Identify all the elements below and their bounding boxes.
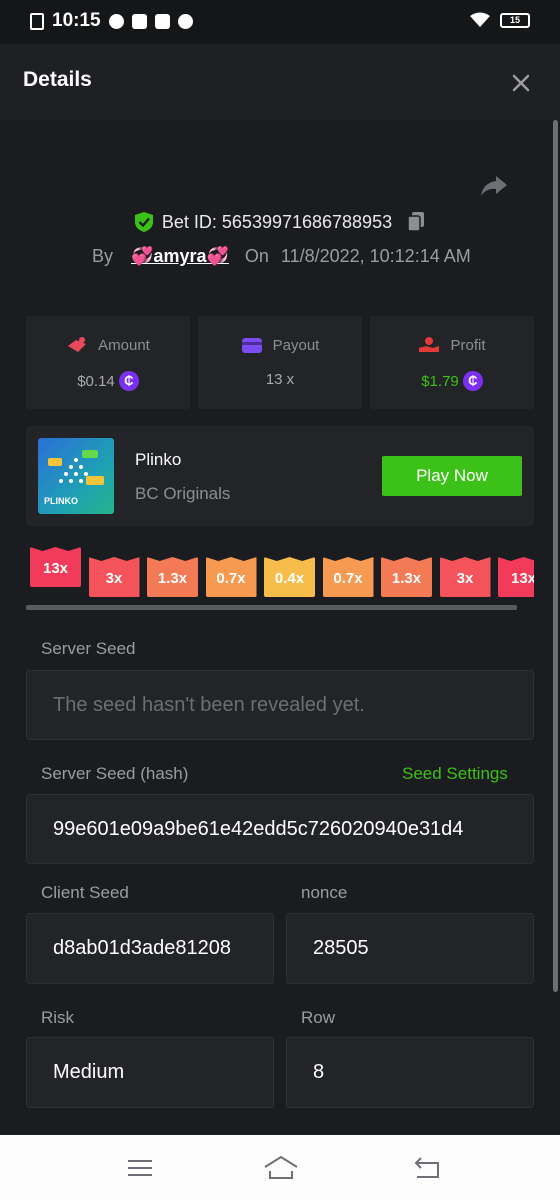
payout-value-row: 13 x xyxy=(198,371,362,388)
nonce-field[interactable]: 28505 xyxy=(286,913,534,984)
multiplier-tile: 0.7x xyxy=(322,557,374,597)
status-bar-left: 10:15 xyxy=(30,10,193,32)
on-label: On xyxy=(244,246,269,266)
multiplier-tile: 13x xyxy=(498,557,534,597)
payout-value: 13 x xyxy=(265,371,295,388)
home-icon[interactable] xyxy=(262,1153,300,1183)
payout-label-row: Payout xyxy=(198,336,362,354)
plinko-thumbnail[interactable]: PLINKO xyxy=(38,438,114,514)
risk-field[interactable]: Medium xyxy=(26,1037,274,1108)
seed-settings-link[interactable]: Seed Settings xyxy=(402,764,508,784)
verified-shield-icon xyxy=(134,212,153,232)
row-field[interactable]: 8 xyxy=(286,1037,534,1108)
bet-id-row: Bet ID: 56539971686788953 xyxy=(0,211,560,233)
page-title: Details xyxy=(23,68,92,91)
status-bar: 10:15 15 xyxy=(0,0,560,44)
bet-date: 11/8/2022, 10:12:14 AM xyxy=(280,246,471,266)
profit-label-row: Profit xyxy=(370,336,534,354)
back-icon[interactable] xyxy=(411,1153,441,1183)
multiplier-tile: 1.3x xyxy=(147,557,198,597)
profit-value: $1.79 xyxy=(421,372,459,390)
multiplier-strip[interactable]: 13x 3x 1.3x 0.7x 0.4x 0.7x 1.3x 3x 13x xyxy=(30,545,534,605)
row-label: Row xyxy=(301,1008,336,1027)
multiplier-tile: 3x xyxy=(439,557,491,597)
client-seed-field[interactable]: d8ab01d3ade81208 xyxy=(26,913,274,984)
multiplier-tile: 1.3x xyxy=(381,557,432,597)
profit-card: Profit $1.79 ₵ xyxy=(370,316,534,409)
server-seed-hash-field[interactable]: 99e601e09a9be61e42edd5c726020940e31d4 xyxy=(26,794,534,864)
game-provider: BC Originals xyxy=(135,484,231,503)
tiktok-icon xyxy=(131,13,147,29)
status-time: 10:15 xyxy=(52,10,101,31)
wallet-icon xyxy=(241,338,262,353)
multiplier-tile: 0.7x xyxy=(205,557,257,597)
multiplier-tile: 0.4x xyxy=(264,557,315,597)
status-bar-right: 15 xyxy=(470,12,530,28)
profit-label: Profit xyxy=(450,336,486,354)
client-seed-label: Client Seed xyxy=(41,883,129,902)
amount-value-row: $0.14 ₵ xyxy=(26,371,190,391)
by-label: By xyxy=(92,246,114,266)
menu-icon[interactable] xyxy=(125,1153,155,1183)
multiplier-scrollbar[interactable] xyxy=(26,605,517,610)
server-seed-hash-label: Server Seed (hash) xyxy=(41,764,189,783)
share-icon[interactable] xyxy=(480,174,508,198)
notification-x-icon xyxy=(30,12,44,30)
telegram-icon xyxy=(108,13,124,29)
coin-icon: ₵ xyxy=(118,371,139,391)
payout-label: Payout xyxy=(272,336,320,354)
multiplier-tile: 13x xyxy=(30,547,81,587)
multiplier-tile: 3x xyxy=(88,557,140,597)
shopping-bag-icon xyxy=(154,13,170,29)
amount-card: Amount $0.14 ₵ xyxy=(26,316,190,409)
bet-id: Bet ID: 56539971686788953 xyxy=(161,211,393,232)
page-scrollbar[interactable] xyxy=(553,120,558,992)
server-seed-field: The seed hasn't been revealed yet. xyxy=(26,670,534,740)
system-nav-bar xyxy=(0,1135,560,1200)
coin-icon: ₵ xyxy=(462,371,483,391)
play-now-button[interactable]: Play Now xyxy=(382,456,522,496)
thumbnail-text: PLINKO xyxy=(44,496,79,506)
profit-value-row: $1.79 ₵ xyxy=(370,371,534,391)
game-name: Plinko xyxy=(135,450,182,469)
amount-icon xyxy=(68,337,87,352)
game-card: PLINKO Plinko BC Originals Play Now xyxy=(26,426,534,526)
bet-meta-row: By 💞amyra💞 On 11/8/2022, 10:12:14 AM xyxy=(92,246,471,267)
wifi-icon xyxy=(470,12,490,27)
risk-label: Risk xyxy=(41,1008,75,1027)
copy-icon[interactable] xyxy=(406,211,426,233)
pinwheel-icon xyxy=(177,13,193,29)
amount-value: $0.14 xyxy=(77,372,115,390)
payout-card: Payout 13 x xyxy=(198,316,362,409)
amount-label-row: Amount xyxy=(26,336,190,354)
server-seed-label: Server Seed xyxy=(41,639,136,658)
close-icon[interactable] xyxy=(508,70,534,96)
nonce-label: nonce xyxy=(301,883,348,902)
details-header: Details xyxy=(0,44,560,120)
battery-icon: 15 xyxy=(500,12,530,28)
amount-label: Amount xyxy=(98,336,150,354)
profit-hand-icon xyxy=(419,337,440,352)
username-link[interactable]: 💞amyra💞 xyxy=(131,246,229,267)
